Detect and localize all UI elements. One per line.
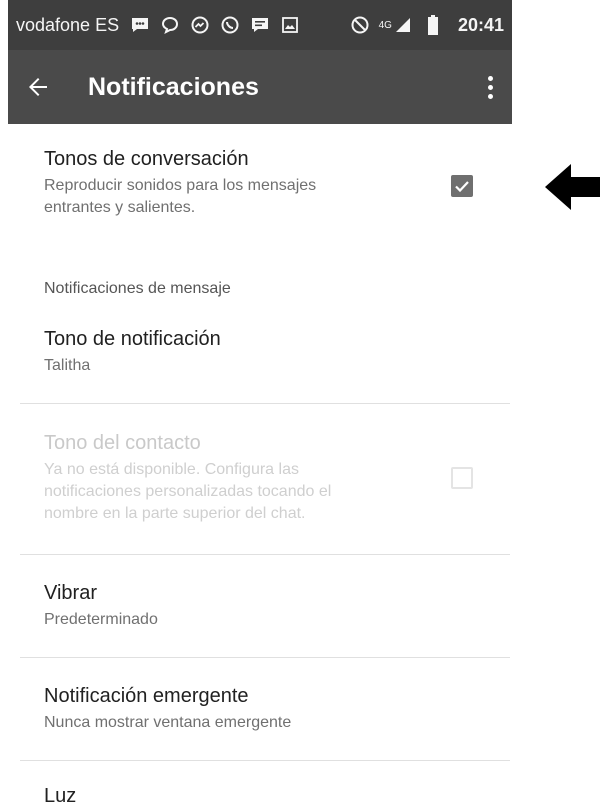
setting-value: Talitha	[44, 357, 91, 374]
divider	[20, 760, 510, 761]
setting-value: Nunca mostrar ventana emergente	[44, 714, 292, 731]
section-header: Notificaciones de mensaje	[44, 280, 231, 297]
setting-conversation-tones[interactable]: Tonos de conversación Reproducir sonidos…	[44, 148, 514, 219]
more-options-button[interactable]	[468, 50, 512, 124]
setting-vibrate[interactable]: Vibrar Predeterminado	[44, 582, 514, 631]
status-bar: vodafone ES 4G 20:41	[8, 0, 512, 50]
subtitle-line: entrantes y salientes.	[44, 199, 196, 216]
setting-notification-tone[interactable]: Tono de notificación Talitha	[44, 328, 514, 377]
subtitle-line: nombre en la parte superior del chat.	[44, 505, 306, 522]
sms-icon	[129, 14, 151, 36]
page-title: Notificaciones	[88, 72, 259, 101]
arrow-back-icon	[29, 78, 47, 96]
setting-title: Vibrar	[44, 582, 97, 604]
setting-title: Tono de notificación	[44, 328, 221, 350]
blocked-icon	[349, 14, 371, 36]
setting-light[interactable]: Luz	[44, 785, 514, 808]
chat-bubble-icon	[159, 14, 181, 36]
setting-title: Tono del contacto	[44, 432, 201, 454]
subtitle-line: Ya no está disponible. Configura las	[44, 461, 299, 478]
back-button[interactable]	[8, 50, 68, 124]
subtitle-line: notificaciones personalizadas tocando el	[44, 483, 332, 500]
app-bar: Notificaciones	[8, 50, 512, 124]
network-type: 4G	[378, 19, 392, 31]
clock: 20:41	[457, 14, 504, 35]
signal-icon	[392, 14, 414, 36]
subtitle-line: Reproducir sonidos para los mensajes	[44, 177, 317, 194]
whatsapp-icon	[219, 14, 241, 36]
setting-title: Tonos de conversación	[44, 148, 249, 170]
messenger-icon	[189, 14, 211, 36]
setting-contact-tone: Tono del contacto Ya no está disponible.…	[44, 432, 514, 525]
setting-popup-notification[interactable]: Notificación emergente Nunca mostrar ven…	[44, 685, 514, 734]
pointer-arrow-icon	[545, 164, 600, 210]
divider	[20, 657, 510, 658]
battery-icon	[422, 14, 444, 36]
more-vert-icon	[487, 75, 493, 81]
image-icon	[279, 14, 301, 36]
contact-tone-checkbox	[451, 467, 473, 489]
setting-value: Predeterminado	[44, 611, 158, 628]
check-icon	[455, 181, 469, 193]
divider	[20, 403, 510, 404]
setting-subtitle: Reproducir sonidos para los mensajes ent…	[44, 175, 514, 219]
divider	[20, 554, 510, 555]
message-icon	[249, 14, 271, 36]
conversation-tones-checkbox[interactable]	[451, 175, 473, 197]
carrier-name: vodafone ES	[16, 14, 120, 35]
setting-title: Luz	[44, 785, 77, 807]
setting-subtitle: Ya no está disponible. Configura las not…	[44, 459, 514, 525]
setting-title: Notificación emergente	[44, 685, 249, 707]
